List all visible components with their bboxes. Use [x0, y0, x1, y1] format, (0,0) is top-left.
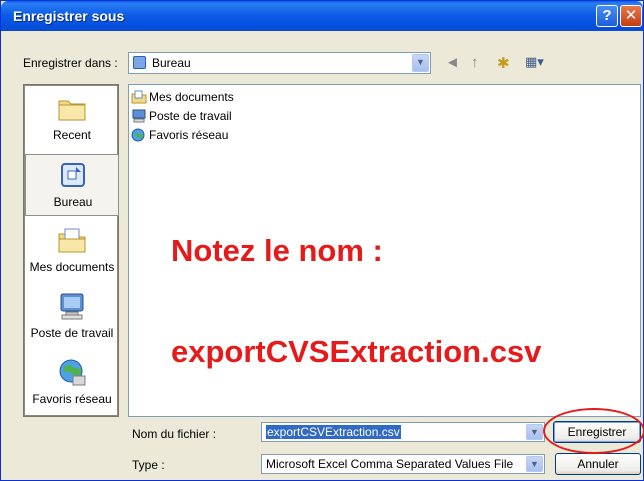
title-bar[interactable]: Enregistrer sous ? ✕ [1, 1, 643, 31]
list-item[interactable]: Poste de travail [131, 109, 232, 127]
close-button[interactable]: ✕ [620, 5, 642, 27]
place-my-computer[interactable]: Poste de travail [25, 286, 119, 348]
my-documents-icon [58, 228, 86, 253]
place-label: Poste de travail [30, 326, 114, 340]
cancel-button[interactable]: Annuler [555, 453, 641, 475]
annotation-line-1: Notez le nom : [171, 233, 383, 268]
type-label: Type : [132, 458, 165, 472]
list-item[interactable]: Mes documents [131, 90, 234, 108]
new-folder-icon[interactable]: ✱ [497, 54, 510, 72]
network-places-icon [59, 359, 86, 386]
network-places-icon [131, 128, 145, 142]
place-label: Recent [52, 128, 92, 142]
annotation-line-2: exportCVSExtraction.csv [171, 334, 542, 369]
recent-folder-icon [58, 100, 86, 121]
save-in-value: Bureau [152, 56, 191, 70]
my-documents-icon [131, 90, 147, 104]
help-button[interactable]: ? [596, 5, 618, 27]
my-computer-icon [60, 293, 84, 320]
filename-value: exportCSVExtraction.csv [266, 425, 401, 439]
chevron-down-icon[interactable]: ▼ [526, 424, 543, 440]
place-label: Favoris réseau [32, 392, 112, 406]
file-type-dropdown[interactable]: Microsoft Excel Comma Separated Values F… [261, 454, 545, 474]
dialog-title: Enregistrer sous [13, 8, 125, 24]
chevron-down-icon[interactable]: ▼ [526, 456, 543, 472]
back-icon[interactable]: ◄ [445, 54, 460, 71]
place-recent[interactable]: Recent [25, 88, 119, 150]
place-desktop[interactable]: Bureau [25, 154, 119, 216]
chevron-down-icon[interactable]: ▼ [412, 54, 429, 72]
place-label: Mes documents [29, 260, 115, 274]
save-as-dialog: Enregistrer sous ? ✕ Enregistrer dans : … [0, 0, 644, 481]
filename-input[interactable]: exportCSVExtraction.csv ▼ [261, 422, 545, 442]
filename-label: Nom du fichier : [132, 427, 217, 441]
place-my-documents[interactable]: Mes documents [25, 220, 119, 282]
up-folder-icon[interactable]: ↑ [471, 54, 479, 71]
place-label: Bureau [53, 195, 93, 209]
highlight-circle [543, 408, 644, 454]
views-menu-icon[interactable]: ▦▾ [525, 54, 544, 70]
save-in-dropdown[interactable]: Bureau ▼ [128, 52, 431, 74]
desktop-icon [61, 163, 85, 187]
places-bar: Recent Bureau Mes documents Poste de tra… [23, 84, 119, 417]
desktop-icon [133, 56, 146, 69]
save-in-label: Enregistrer dans : [23, 56, 118, 70]
list-item[interactable]: Favoris réseau [131, 128, 228, 146]
place-network[interactable]: Favoris réseau [25, 352, 119, 414]
file-type-value: Microsoft Excel Comma Separated Values F… [266, 457, 514, 471]
my-computer-icon [132, 109, 146, 123]
